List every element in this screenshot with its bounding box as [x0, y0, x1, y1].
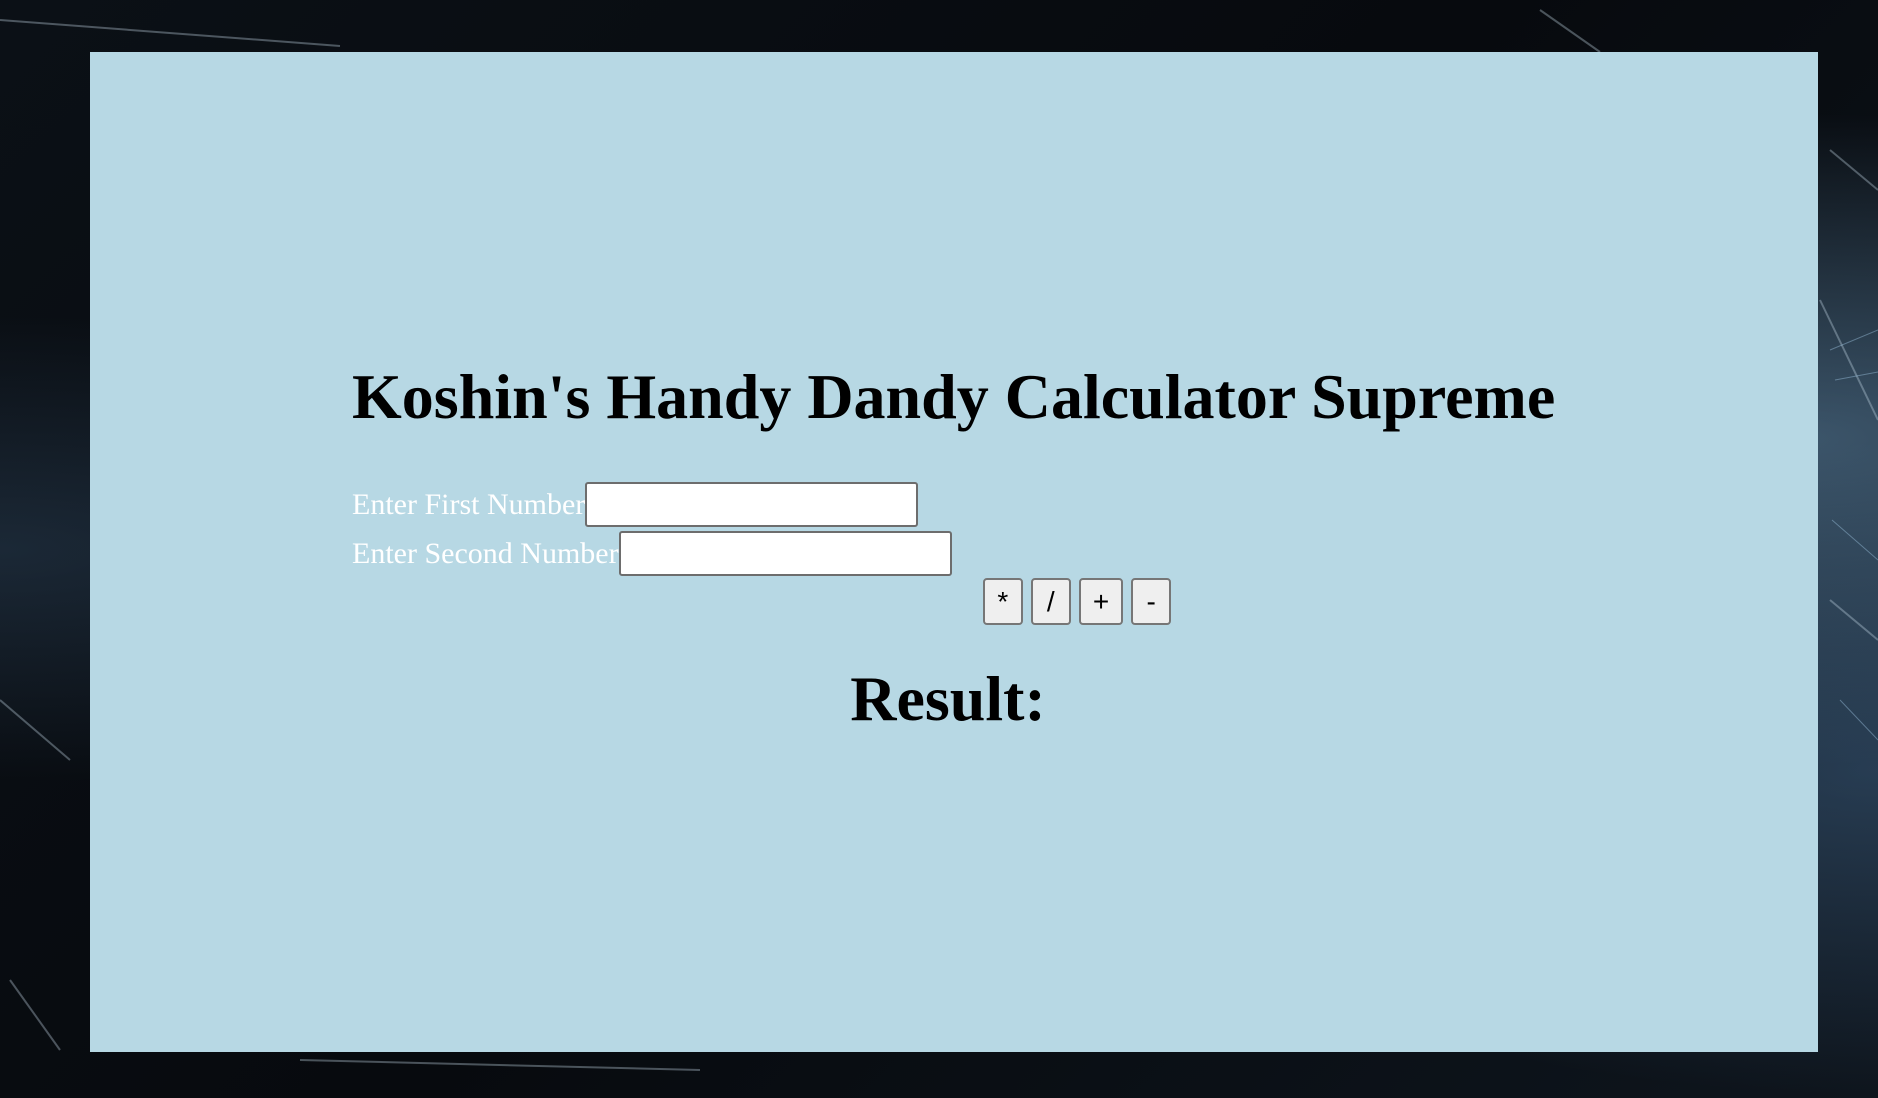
second-number-input[interactable] — [618, 531, 952, 576]
operation-buttons: * / + - — [852, 578, 1302, 625]
first-number-label: Enter First Number — [352, 487, 586, 521]
page-title: Koshin's Handy Dandy Calculator Supreme — [352, 361, 1556, 432]
add-button[interactable]: + — [1078, 578, 1124, 625]
first-number-input[interactable] — [585, 482, 919, 527]
subtract-button[interactable]: - — [1131, 578, 1172, 625]
second-number-row: Enter Second Number — [352, 529, 1602, 578]
multiply-button[interactable]: * — [982, 578, 1023, 625]
second-number-label: Enter Second Number — [352, 536, 619, 570]
calculator-content: Koshin's Handy Dandy Calculator Supreme … — [352, 360, 1602, 734]
first-number-row: Enter First Number — [352, 480, 1602, 529]
result-label: Result: — [850, 663, 1046, 734]
result-heading: Result: — [352, 662, 1602, 736]
divide-button[interactable]: / — [1030, 578, 1071, 625]
